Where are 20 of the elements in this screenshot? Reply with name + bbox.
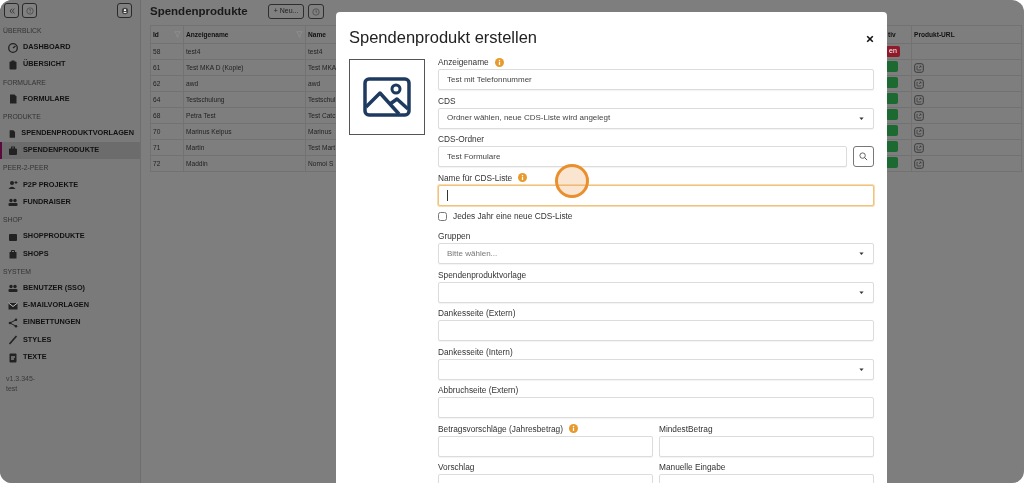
field-label: Dankesseite (Extern): [438, 308, 516, 318]
field-label: Spendenproduktvorlage: [438, 269, 527, 280]
page-title: Spendenprodukte: [150, 4, 248, 19]
field-label: Dankesseite (Intern): [438, 346, 513, 357]
checkbox-label: Jedes Jahr eine neue CDS-Liste: [453, 211, 573, 221]
field-label: CDS-Ordner: [438, 134, 485, 144]
field-label: Name für CDS-Liste: [438, 172, 513, 183]
field-label: Anzeigename: [438, 57, 489, 67]
select-field[interactable]: Ordner wählen, neue CDS-Liste wird angelegt: [438, 107, 874, 129]
field-label: Vorschlag: [438, 462, 475, 472]
modal-title: Spendenprodukt erstellen: [349, 27, 538, 49]
text-field[interactable]: Test Formulare: [438, 146, 847, 167]
field-label: Betragsvorschläge (Jahresbetrag): [438, 423, 563, 434]
field-label: CDS: [438, 95, 456, 106]
field-label: Abbruchseite (Extern): [438, 385, 519, 395]
field-label: Manuelle Eingabe: [659, 462, 726, 472]
select-field[interactable]: Bitte wählen...: [438, 243, 874, 264]
text-field[interactable]: Test mit Telefonnummer: [438, 69, 874, 90]
field-label: Gruppen: [438, 231, 471, 241]
field-label: MindestBetrag: [659, 423, 713, 434]
